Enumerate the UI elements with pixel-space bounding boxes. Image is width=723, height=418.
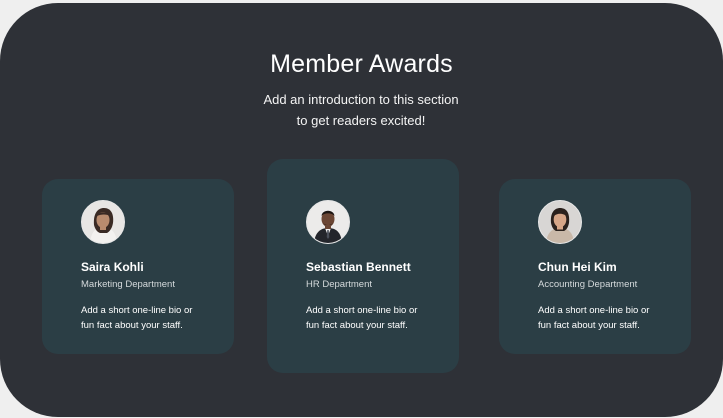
section-title: Member Awards: [270, 50, 453, 78]
intro-line-2: to get readers excited!: [296, 113, 426, 128]
section-intro: Add an introduction to this section to g…: [211, 89, 511, 131]
member-department: Marketing Department: [81, 279, 175, 290]
bio-line-2: fun fact about your staff.: [538, 320, 640, 331]
member-name: Chun Hei Kim: [538, 260, 617, 274]
person-photo-icon: [82, 201, 124, 243]
person-photo-icon: [307, 201, 349, 243]
member-bio: Add a short one-line bio or fun fact abo…: [306, 303, 446, 333]
member-bio: Add a short one-line bio or fun fact abo…: [538, 303, 678, 333]
member-awards-section: Member Awards Add an introduction to thi…: [0, 3, 723, 417]
member-department: Accounting Department: [538, 279, 638, 290]
member-card-chun-hei-kim: Chun Hei Kim Accounting Department Add a…: [499, 179, 691, 354]
bio-line-1: Add a short one-line bio or: [81, 305, 193, 316]
bio-line-1: Add a short one-line bio or: [538, 305, 650, 316]
intro-line-1: Add an introduction to this section: [263, 92, 459, 107]
member-card-saira-kohli: Saira Kohli Marketing Department Add a s…: [42, 179, 234, 354]
person-photo-icon: [539, 201, 581, 243]
bio-line-2: fun fact about your staff.: [306, 320, 408, 331]
bio-line-1: Add a short one-line bio or: [306, 305, 418, 316]
avatar: [538, 200, 582, 244]
bio-line-2: fun fact about your staff.: [81, 320, 183, 331]
avatar: [81, 200, 125, 244]
avatar: [306, 200, 350, 244]
member-card-sebastian-bennett: Sebastian Bennett HR Department Add a sh…: [267, 159, 459, 373]
member-name: Saira Kohli: [81, 260, 144, 274]
member-name: Sebastian Bennett: [306, 260, 411, 274]
member-bio: Add a short one-line bio or fun fact abo…: [81, 303, 221, 333]
member-department: HR Department: [306, 279, 372, 290]
